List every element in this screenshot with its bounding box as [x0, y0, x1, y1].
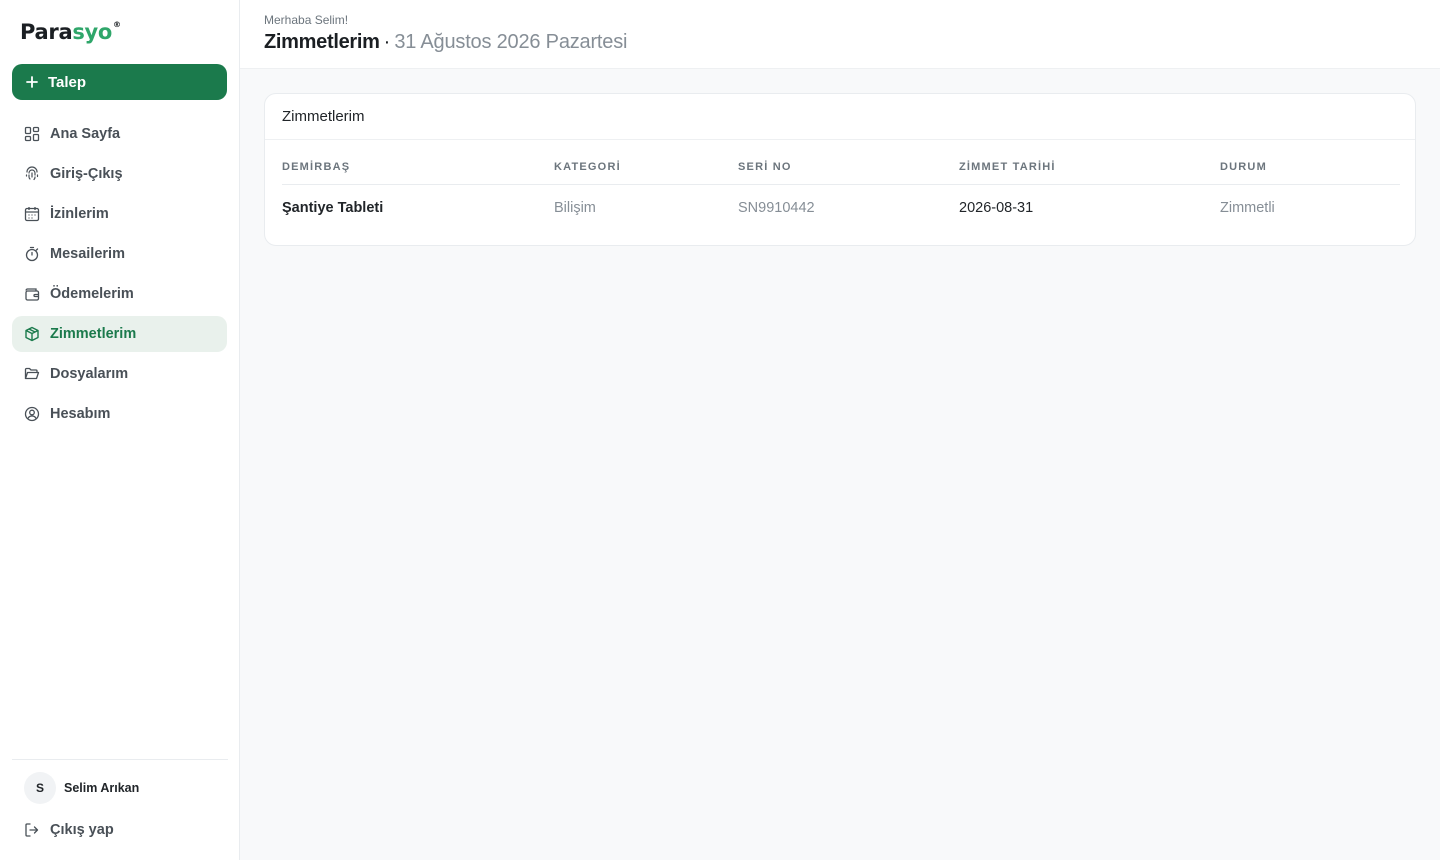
plus-icon — [26, 76, 38, 88]
sidebar-divider — [12, 759, 228, 760]
sidebar-item-giris-cikis[interactable]: Giriş-Çıkış — [12, 156, 227, 192]
sidebar-nav: Ana Sayfa Giriş-Çıkış İzinlerim Mesailer… — [12, 116, 227, 436]
table-header-row: DEMİRBAŞ KATEGORİ SERİ NO ZİMMET TARİHİ … — [282, 149, 1400, 185]
column-header-seri-no[interactable]: SERİ NO — [738, 161, 959, 173]
sidebar-item-label: Mesailerim — [50, 246, 125, 262]
sidebar-item-izinlerim[interactable]: İzinlerim — [12, 196, 227, 232]
logout-icon — [25, 823, 39, 837]
user-name: Selim Arıkan — [64, 781, 140, 795]
sidebar-item-zimmetlerim[interactable]: Zimmetlerim — [12, 316, 227, 352]
dashboard-icon — [24, 126, 40, 142]
sidebar-item-hesabim[interactable]: Hesabım — [12, 396, 227, 432]
table-row[interactable]: Şantiye Tableti Bilişim SN9910442 2026-0… — [282, 185, 1400, 231]
user-profile[interactable]: S Selim Arıkan — [24, 772, 139, 804]
cell-asset-name: Şantiye Tableti — [282, 200, 384, 216]
avatar: S — [24, 772, 56, 804]
cell-category: Bilişim — [554, 200, 596, 216]
stopwatch-icon — [24, 246, 40, 262]
sidebar-item-label: Ana Sayfa — [50, 126, 121, 142]
logout-button[interactable]: Çıkış yap — [12, 812, 227, 848]
brand-logo[interactable]: Para syo ® — [20, 18, 121, 46]
wallet-icon — [24, 286, 40, 302]
fingerprint-icon — [24, 166, 40, 182]
registered-mark: ® — [113, 20, 121, 29]
new-request-label: Talep — [48, 73, 87, 91]
page-date: 31 Ağustos 2026 Pazartesi — [394, 31, 628, 53]
brand-name-part1: Para — [20, 20, 73, 44]
column-header-zimmet-tarihi[interactable]: ZİMMET TARİHİ — [959, 161, 1220, 173]
card-title: Zimmetlerim — [265, 94, 1415, 140]
title-separator: · — [383, 31, 391, 53]
folder-icon — [24, 366, 40, 382]
cell-status: Zimmetli — [1220, 200, 1275, 216]
cell-assignment-date: 2026-08-31 — [959, 200, 1034, 216]
sidebar-item-dosyalarim[interactable]: Dosyalarım — [12, 356, 227, 392]
sidebar-item-odemelerim[interactable]: Ödemelerim — [12, 276, 227, 312]
column-header-durum[interactable]: DURUM — [1220, 161, 1400, 173]
page-header: Merhaba Selim! Zimmetlerim · 31 Ağustos 20… — [240, 0, 1440, 69]
sidebar-item-label: Giriş-Çıkış — [50, 166, 123, 182]
new-request-button[interactable]: Talep — [12, 64, 227, 100]
cell-serial-no: SN9910442 — [738, 200, 815, 216]
page-title: Zimmetlerim · 31 Ağustos 2026 Pazartesi — [264, 31, 627, 54]
sidebar-item-label: İzinlerim — [50, 206, 109, 222]
sidebar-item-label: Hesabım — [50, 406, 111, 422]
assets-card: Zimmetlerim DEMİRBAŞ KATEGORİ SERİ NO Zİ… — [264, 93, 1416, 246]
sidebar-item-label: Dosyalarım — [50, 366, 129, 382]
page-title-text: Zimmetlerim — [264, 31, 380, 53]
package-icon — [24, 326, 40, 342]
sidebar-item-mesailerim[interactable]: Mesailerim — [12, 236, 227, 272]
user-circle-icon — [24, 406, 40, 422]
column-header-kategori[interactable]: KATEGORİ — [554, 161, 738, 173]
sidebar: Para syo ® Talep Ana Sayfa Giriş-Çıkış İ… — [0, 0, 240, 860]
assets-table: DEMİRBAŞ KATEGORİ SERİ NO ZİMMET TARİHİ … — [282, 149, 1400, 231]
column-header-demirbas[interactable]: DEMİRBAŞ — [282, 161, 554, 173]
sidebar-item-label: Ödemelerim — [50, 286, 134, 302]
calendar-icon — [24, 206, 40, 222]
sidebar-item-ana-sayfa[interactable]: Ana Sayfa — [12, 116, 227, 152]
sidebar-item-label: Zimmetlerim — [50, 326, 137, 342]
greeting-text: Merhaba Selim! — [264, 13, 349, 27]
brand-name-part2: syo — [72, 20, 113, 44]
logout-label: Çıkış yap — [50, 822, 114, 838]
